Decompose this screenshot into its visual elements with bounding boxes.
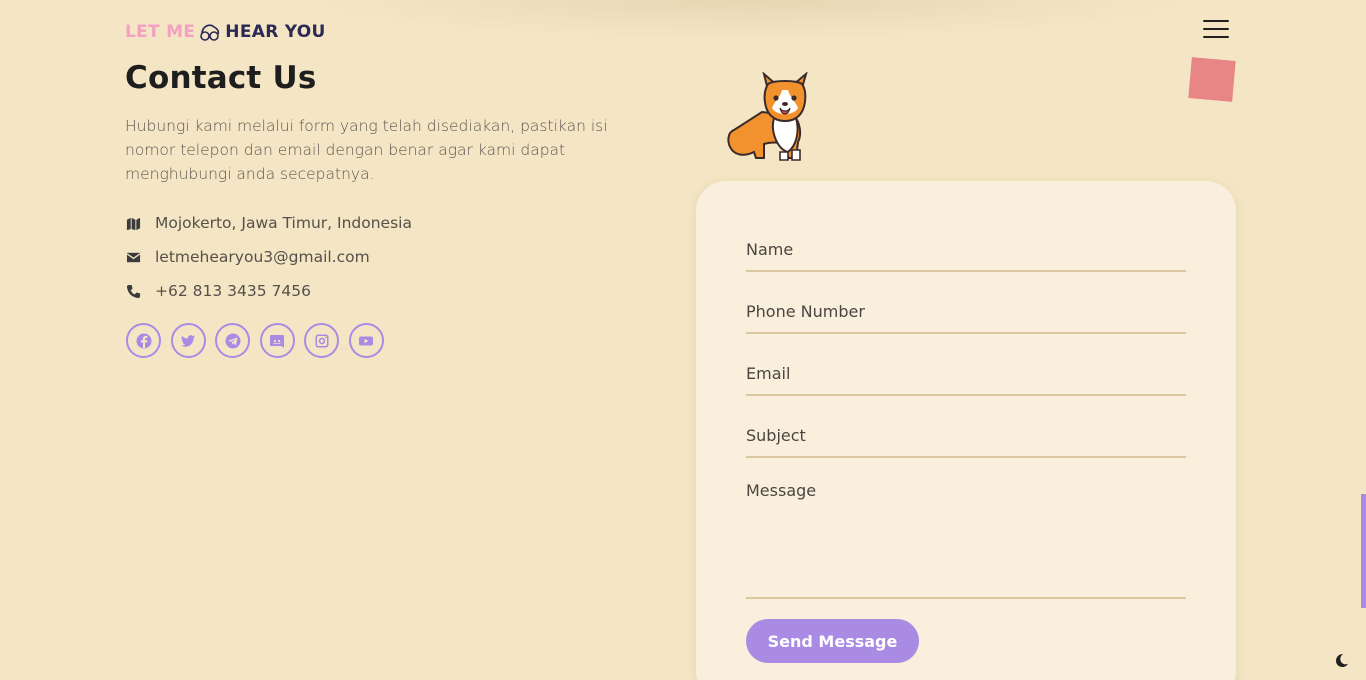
youtube-link[interactable]	[348, 323, 384, 358]
logo-text-let-me: LET ME	[125, 22, 196, 42]
envelope-icon	[125, 249, 141, 265]
phone-number-field[interactable]: Phone Number	[746, 302, 1186, 334]
hamburger-menu-icon[interactable]	[1203, 20, 1229, 38]
contact-phone: +62 813 3435 7456	[125, 274, 412, 308]
contact-address: Mojokerto, Jawa Timur, Indonesia	[125, 206, 412, 240]
phone-icon	[125, 283, 141, 299]
twitter-icon	[181, 334, 195, 347]
contact-info-list: Mojokerto, Jawa Timur, Indonesia letmehe…	[125, 206, 412, 308]
subject-field[interactable]: Subject	[746, 426, 1186, 458]
name-label: Name	[746, 240, 794, 259]
corgi-illustration	[727, 72, 808, 161]
facebook-link[interactable]	[126, 323, 161, 358]
message-label: Message	[746, 481, 817, 500]
phone-text[interactable]: +62 813 3435 7456	[155, 282, 311, 300]
youtube-icon	[359, 336, 373, 345]
moon-icon[interactable]	[1333, 652, 1349, 668]
email-text[interactable]: letmehearyou3@gmail.com	[155, 248, 370, 266]
instagram-link[interactable]	[304, 323, 339, 358]
logo-text-hear-you: HEAR YOU	[225, 22, 326, 42]
email-field[interactable]: Email	[746, 364, 1186, 396]
scroll-indicator	[1361, 494, 1366, 608]
address-text: Mojokerto, Jawa Timur, Indonesia	[155, 214, 412, 232]
social-links	[126, 323, 384, 358]
phone-number-label: Phone Number	[746, 302, 865, 321]
header-shadow	[300, 0, 1200, 40]
telegram-link[interactable]	[215, 323, 250, 358]
telegram-icon	[225, 333, 240, 348]
send-message-button[interactable]: Send Message	[746, 619, 919, 663]
map-icon	[125, 215, 141, 231]
name-field[interactable]: Name	[746, 240, 1186, 272]
contact-description: Hubungi kami melalui form yang telah dis…	[125, 117, 608, 183]
discord-icon	[270, 334, 284, 348]
instagram-icon	[315, 334, 328, 347]
facebook-icon	[136, 333, 151, 348]
contact-form: Name Phone Number Email Subject Message …	[696, 181, 1236, 680]
page-title: Contact Us	[125, 60, 317, 96]
decorative-square	[1188, 57, 1236, 102]
twitter-link[interactable]	[170, 323, 206, 358]
site-logo[interactable]: LET ME HEAR YOU	[125, 20, 326, 44]
headphones-logo-icon	[200, 24, 220, 41]
discord-link[interactable]	[259, 323, 295, 358]
message-textarea[interactable]: Message	[746, 481, 1186, 599]
contact-email: letmehearyou3@gmail.com	[125, 240, 412, 274]
subject-label: Subject	[746, 426, 806, 445]
email-label: Email	[746, 364, 791, 383]
